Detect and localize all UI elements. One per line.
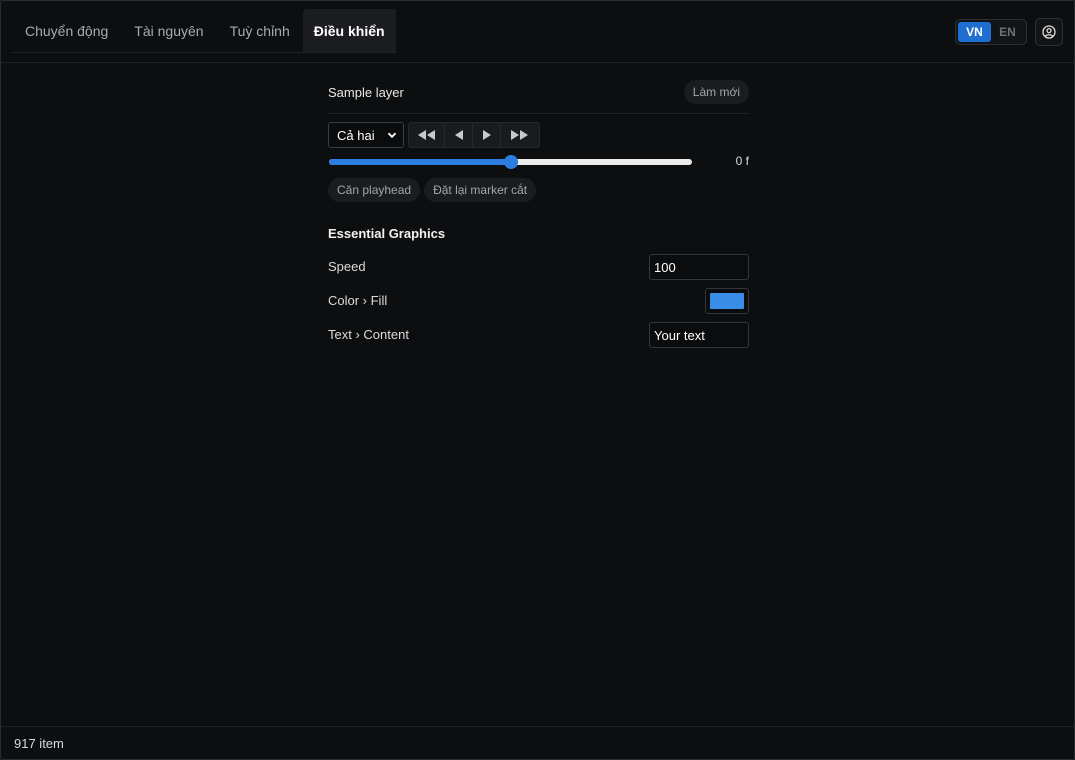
speed-label: Speed: [328, 259, 366, 274]
step-back-button[interactable]: [445, 123, 473, 147]
align-playhead-button[interactable]: Căn playhead: [328, 178, 421, 202]
property-speed: Speed 100: [328, 254, 749, 280]
fast-forward-icon: [511, 130, 528, 140]
language-toggle: VN EN: [955, 19, 1027, 45]
property-color-fill: Color › Fill: [328, 288, 749, 314]
color-fill-label: Color › Fill: [328, 293, 388, 308]
playback-controls: Cả hai: [328, 122, 540, 148]
item-count: 917 item: [14, 736, 64, 751]
step-back-icon: [454, 130, 463, 140]
refresh-button[interactable]: Làm mới: [683, 80, 749, 104]
tab-tai-nguyen[interactable]: Tài nguyên: [121, 9, 216, 52]
tab-tuy-chinh[interactable]: Tuỳ chỉnh: [217, 9, 303, 52]
scrub-slider-thumb[interactable]: [503, 155, 518, 169]
user-menu-button[interactable]: [1035, 18, 1063, 46]
play-button[interactable]: [473, 123, 501, 147]
scrub-slider-row: 0 f: [328, 153, 749, 171]
layer-header: Sample layer Làm mới: [328, 79, 749, 114]
scrub-slider[interactable]: [329, 155, 692, 169]
fast-backward-icon: [417, 130, 435, 140]
fast-backward-button[interactable]: [409, 123, 445, 147]
play-icon: [482, 130, 491, 140]
color-fill-swatch: [710, 293, 744, 309]
text-content-label: Text › Content: [328, 327, 409, 342]
property-text-content: Text › Content Your text: [328, 322, 749, 348]
scrub-slider-fill: [329, 159, 511, 165]
fast-forward-button[interactable]: [501, 123, 539, 147]
status-bar: 917 item: [1, 726, 1074, 759]
tab-bar: Chuyển động Tài nguyên Tuỳ chỉnh Điều kh…: [12, 9, 396, 53]
user-circle-icon: [1042, 25, 1056, 39]
mode-select[interactable]: Cả hai: [328, 122, 404, 148]
app-window: Chuyển động Tài nguyên Tuỳ chỉnh Điều kh…: [0, 0, 1075, 760]
frame-readout: 0 f: [735, 154, 749, 168]
top-bar: Chuyển động Tài nguyên Tuỳ chỉnh Điều kh…: [1, 1, 1074, 63]
mode-select-value: Cả hai: [337, 127, 375, 143]
transport-buttons: [408, 122, 540, 148]
language-vn-button[interactable]: VN: [958, 22, 991, 42]
marker-actions: Căn playhead Đặt lại marker cắt: [328, 178, 537, 202]
color-fill-picker[interactable]: [705, 288, 749, 314]
layer-title: Sample layer: [328, 85, 404, 100]
text-content-input[interactable]: Your text: [649, 322, 749, 348]
chevron-down-icon: [387, 132, 397, 139]
tab-chuyen-dong[interactable]: Chuyển động: [12, 9, 121, 52]
tab-dieu-khien[interactable]: Điều khiển: [302, 9, 396, 52]
essential-graphics-title: Essential Graphics: [328, 226, 446, 241]
reset-markers-button[interactable]: Đặt lại marker cắt: [424, 178, 537, 202]
speed-input[interactable]: 100: [649, 254, 749, 280]
language-en-button[interactable]: EN: [991, 22, 1024, 42]
